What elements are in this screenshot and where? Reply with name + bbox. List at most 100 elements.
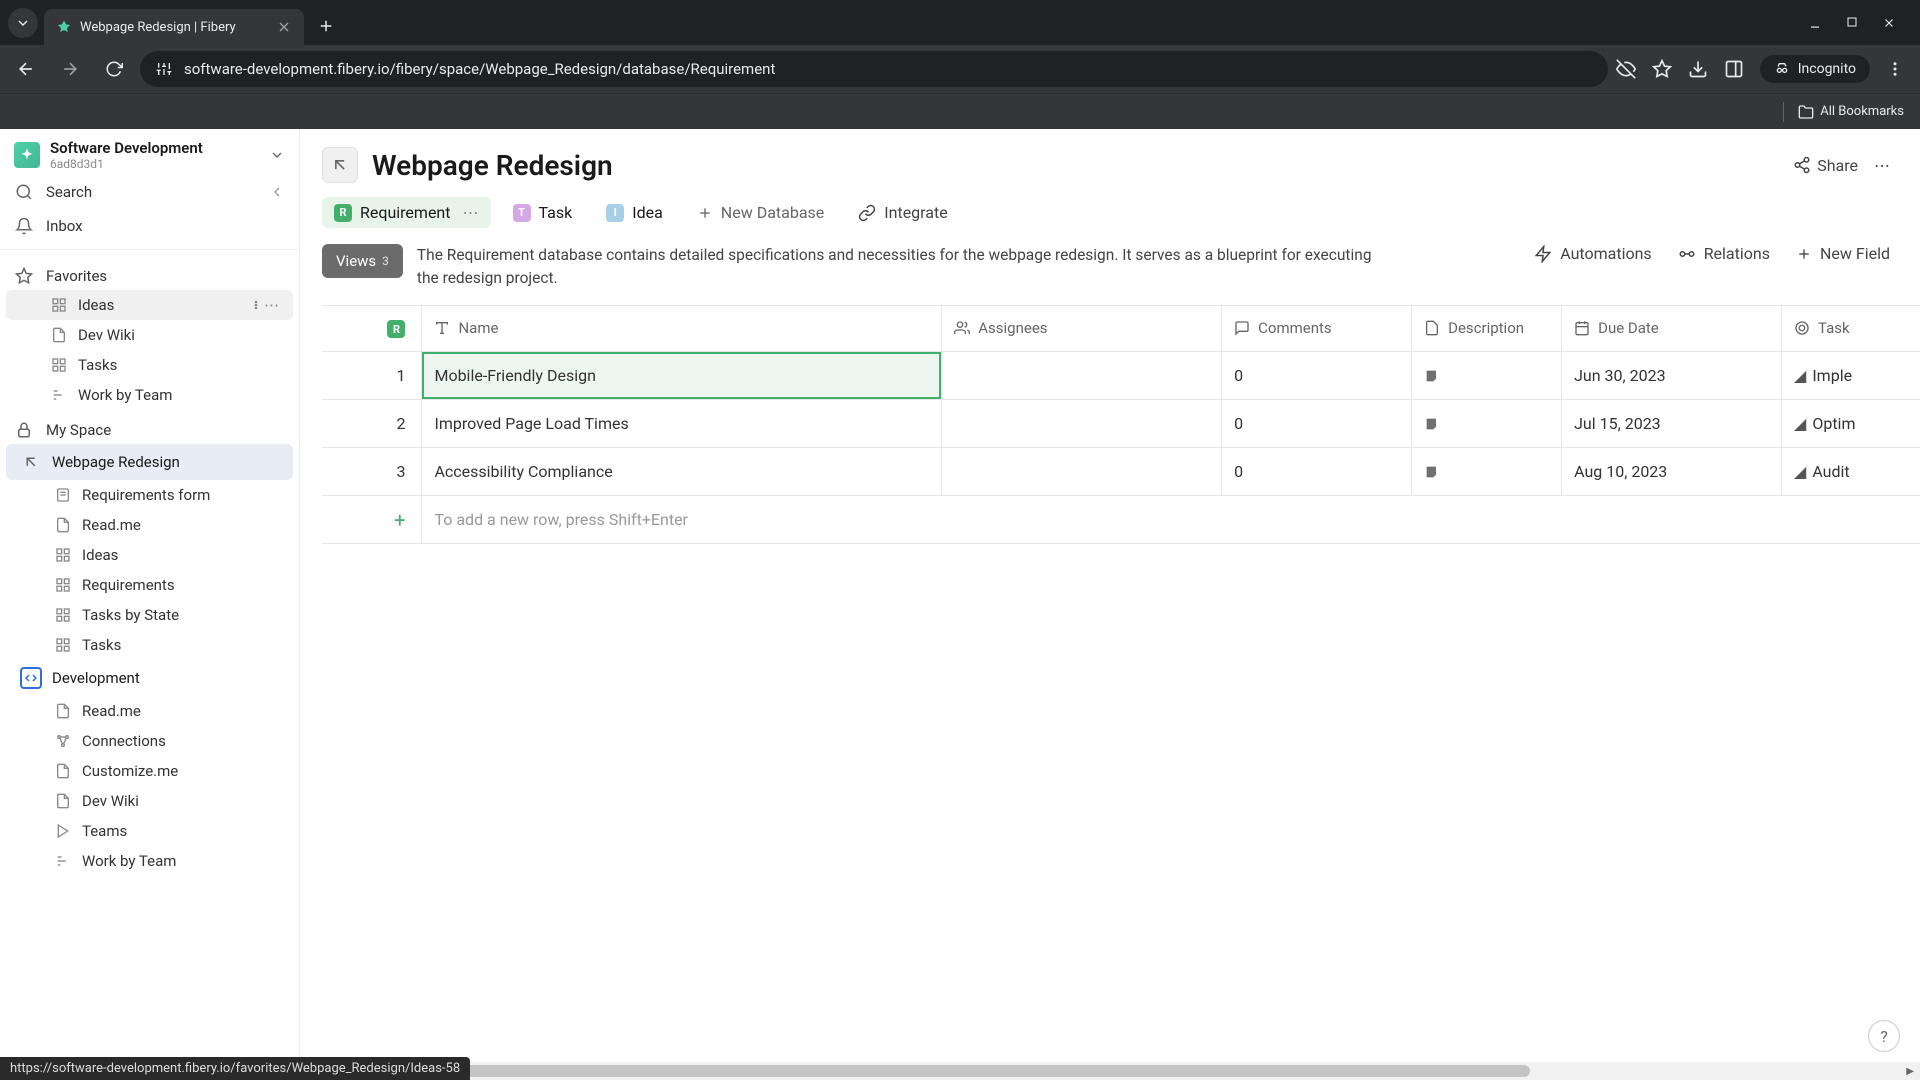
minimize-button[interactable] [1808,16,1822,30]
sidebar-item-dev-readme[interactable]: Read.me [6,696,293,726]
table-row[interactable]: 3 Accessibility Compliance 0 Aug 10, 202… [322,448,1920,496]
automations-button[interactable]: Automations [1534,244,1651,263]
sidebar-item-ideas[interactable]: Ideas ⋯ [6,290,293,320]
relations-icon [1678,245,1696,263]
database-description[interactable]: The Requirement database contains detail… [417,244,1377,291]
db-tab-idea[interactable]: I Idea [594,197,675,228]
page-more-button[interactable]: ⋯ [1874,156,1890,175]
sidebar-item-dev-wiki[interactable]: Dev Wiki [6,320,293,350]
star-icon[interactable] [1652,59,1672,79]
sidebar-inbox[interactable]: Inbox [0,209,299,243]
cell-due-date[interactable]: Aug 10, 2023 [1562,448,1782,496]
integrate-button[interactable]: Integrate [846,197,959,228]
sidebar-item-requirements-form[interactable]: Requirements form [6,480,293,510]
sidebar-item-readme[interactable]: Read.me [6,510,293,540]
sidebar-item-tasks[interactable]: Tasks [6,350,293,380]
views-label: Views [336,252,376,270]
sidebar-item-dev-work-by-team[interactable]: Work by Team [6,846,293,876]
column-header-assignees[interactable]: Assignees [942,306,1222,352]
side-panel-icon[interactable] [1724,59,1744,79]
cell-description[interactable] [1412,448,1562,496]
relations-button[interactable]: Relations [1678,244,1770,263]
cell-name[interactable]: Mobile-Friendly Design [422,352,942,400]
table-row[interactable]: 1 Mobile-Friendly Design 0 Jun 30, 2023 … [322,352,1920,400]
views-button[interactable]: Views 3 [322,244,403,278]
address-bar[interactable]: software-development.fibery.io/fibery/sp… [140,51,1608,87]
reload-button[interactable] [96,51,132,87]
sidebar-item-tasks-space[interactable]: Tasks [6,630,293,660]
close-window-button[interactable] [1882,16,1896,30]
tab-close-button[interactable] [276,19,292,35]
page-icon[interactable] [322,147,358,183]
add-row[interactable]: + To add a new row, press Shift+Enter [322,496,1920,544]
cell-assignees[interactable] [942,448,1222,496]
cell-due-date[interactable]: Jun 30, 2023 [1562,352,1782,400]
eye-off-icon[interactable] [1616,59,1636,79]
item-more-button[interactable]: ⋯ [252,296,279,314]
incognito-chip[interactable]: Incognito [1760,55,1870,83]
cell-task[interactable]: ◢Optim [1782,400,1920,448]
cell-task[interactable]: ◢Audit [1782,448,1920,496]
relations-label: Relations [1704,244,1770,263]
bars-icon [51,387,67,403]
sidebar-item-tasks-by-state[interactable]: Tasks by State [6,600,293,630]
cell-comments[interactable]: 0 [1222,400,1412,448]
cell-comments[interactable]: 0 [1222,448,1412,496]
column-header-name[interactable]: Name [422,306,942,352]
db-tab-task[interactable]: T Task [501,197,585,228]
db-more-button[interactable]: ⋯ [463,203,479,222]
table-row[interactable]: 2 Improved Page Load Times 0 Jul 15, 202… [322,400,1920,448]
sidebar-my-space-header[interactable]: My Space [0,410,299,444]
maximize-button[interactable] [1846,16,1858,30]
sidebar-favorites-header[interactable]: Favorites [0,256,299,290]
scroll-right-arrow-icon[interactable]: ▶ [1900,1066,1920,1077]
add-row-hint: To add a new row, press Shift+Enter [422,496,1920,544]
cell-task[interactable]: ◢Imple [1782,352,1920,400]
cell-description[interactable] [1412,352,1562,400]
sidebar-item-teams[interactable]: Teams [6,816,293,846]
cell-name[interactable]: Accessibility Compliance [422,448,942,496]
new-field-button[interactable]: New Field [1796,244,1890,263]
new-tab-button[interactable] [312,12,340,40]
new-field-label: New Field [1820,244,1890,263]
back-button[interactable] [8,51,44,87]
space-development[interactable]: Development [6,660,293,696]
cell-comments[interactable]: 0 [1222,352,1412,400]
sidebar-item-work-by-team[interactable]: Work by Team [6,380,293,410]
column-header-task[interactable]: Task [1782,306,1920,352]
workspace-switcher[interactable]: ✦ Software Development 6ad8d3d1 [0,129,299,175]
sidebar-item-requirements[interactable]: Requirements [6,570,293,600]
help-button[interactable]: ? [1868,1020,1900,1052]
tab-search-button[interactable] [8,8,38,38]
space-webpage-redesign[interactable]: Webpage Redesign [6,444,293,480]
sidebar-item-ideas-space[interactable]: Ideas [6,540,293,570]
db-label: Task [539,203,573,222]
menu-icon[interactable] [1886,60,1904,78]
sidebar-item-connections[interactable]: Connections [6,726,293,756]
cell-assignees[interactable] [942,352,1222,400]
row-number: 1 [322,352,422,400]
sidebar-item-customize[interactable]: Customize.me [6,756,293,786]
browser-tab[interactable]: Webpage Redesign | Fibery [44,9,304,45]
cell-description[interactable] [1412,400,1562,448]
sidebar-search[interactable]: Search [0,175,299,209]
sidebar-item-dev-wiki-2[interactable]: Dev Wiki [6,786,293,816]
column-label: Comments [1258,319,1332,337]
cell-due-date[interactable]: Jul 15, 2023 [1562,400,1782,448]
share-button[interactable]: Share [1793,156,1858,175]
task-text: Optim [1812,414,1855,433]
cell-name[interactable]: Improved Page Load Times [422,400,942,448]
space-label: Development [52,669,140,687]
all-bookmarks-button[interactable]: All Bookmarks [1798,104,1904,120]
cell-assignees[interactable] [942,400,1222,448]
bell-icon [15,217,33,235]
collapse-sidebar-button[interactable] [269,184,285,200]
scrollbar-thumb[interactable] [300,1065,1530,1077]
column-header-description[interactable]: Description [1412,306,1562,352]
forward-button[interactable] [52,51,88,87]
db-tab-requirement[interactable]: R Requirement ⋯ [322,197,491,228]
download-icon[interactable] [1688,59,1708,79]
column-header-comments[interactable]: Comments [1222,306,1412,352]
column-header-due-date[interactable]: Due Date [1562,306,1782,352]
new-database-button[interactable]: New Database [685,197,836,228]
